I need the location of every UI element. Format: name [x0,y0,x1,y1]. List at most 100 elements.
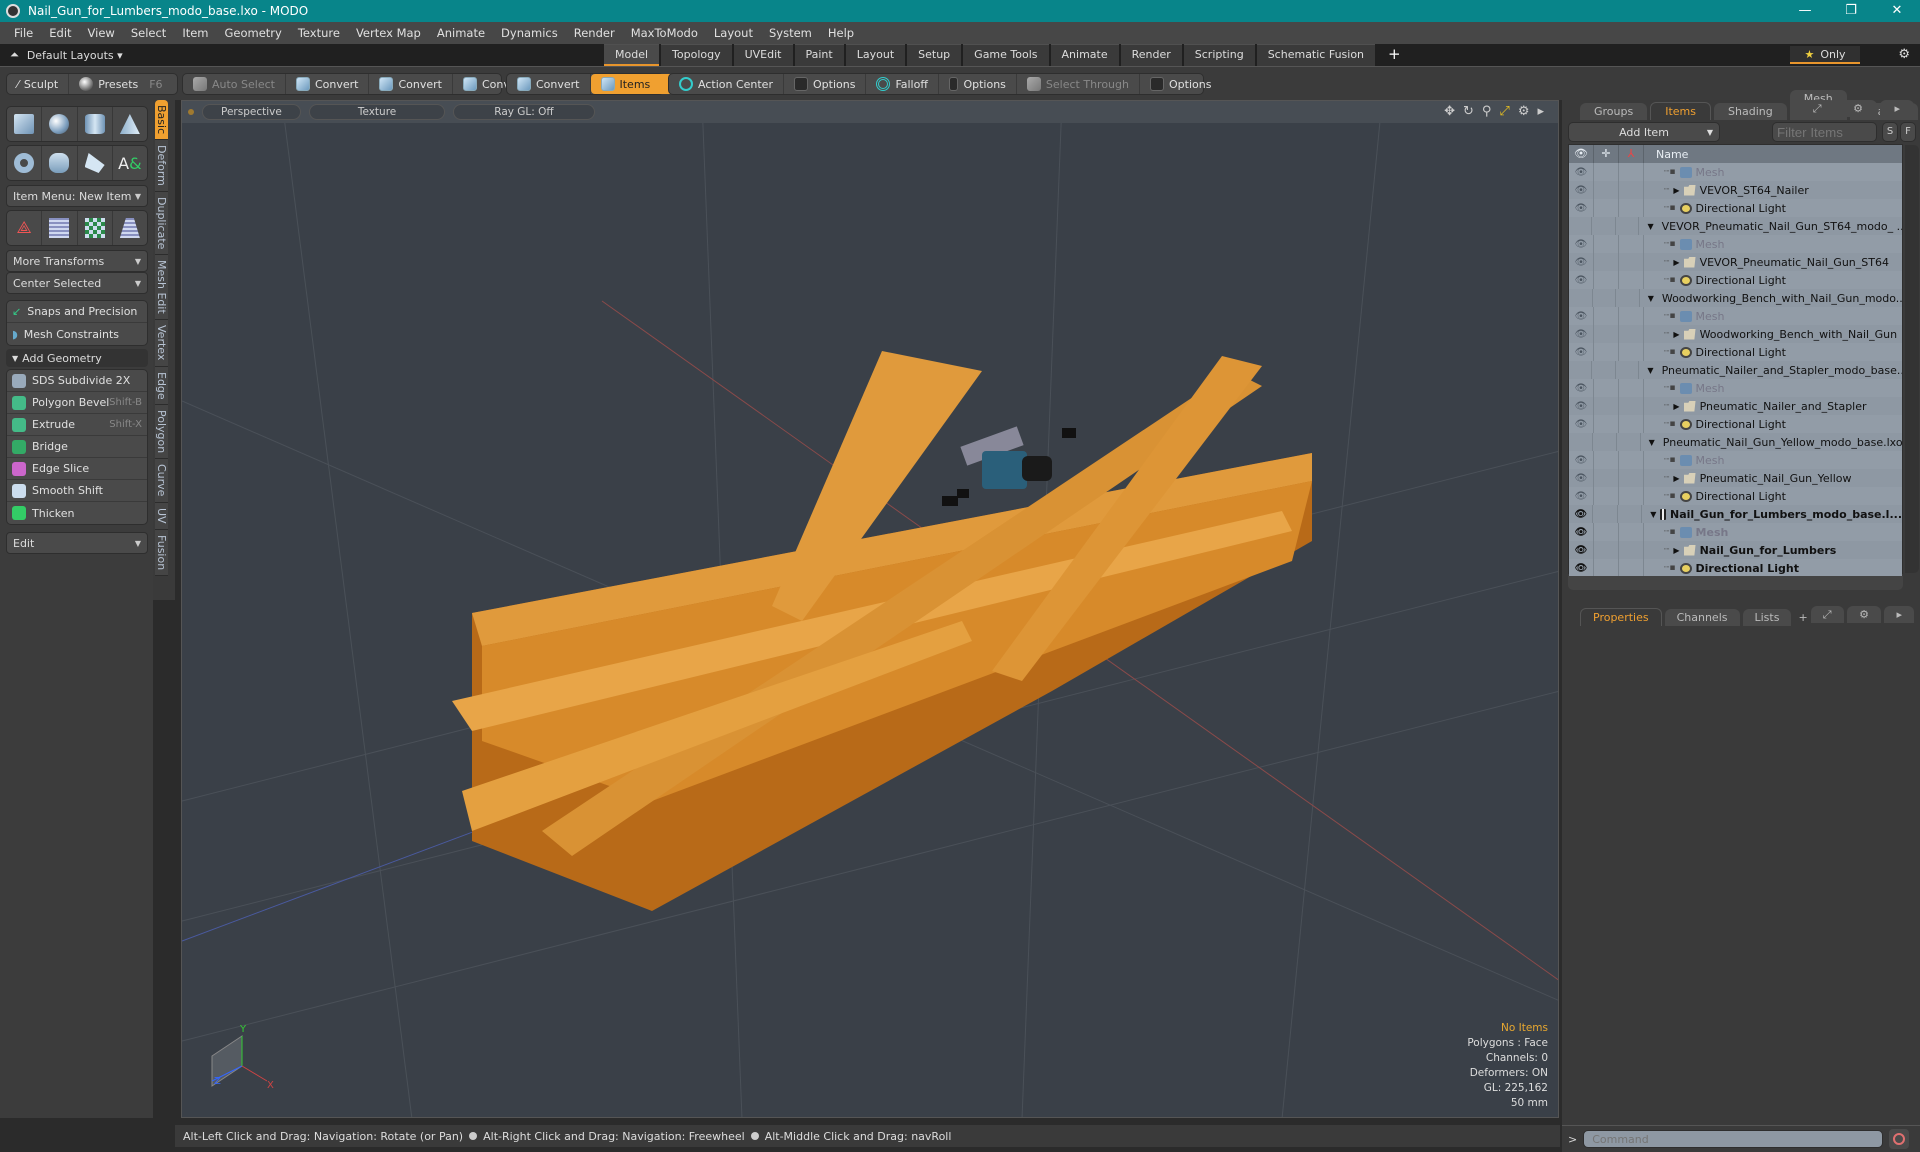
lock-toggle[interactable] [1594,415,1619,433]
tab-scripting[interactable]: Scripting [1183,44,1255,66]
only-button[interactable]: ★ Only [1790,46,1860,64]
menu-select[interactable]: Select [123,26,174,40]
visibility-column-eye-icon[interactable]: 👁 [1569,145,1594,163]
tree-row-mesh[interactable]: 👁 ┈▪ Mesh [1569,307,1902,325]
tree-row-scene[interactable]: ▼ Pneumatic_Nailer_and_Stapler_modo_base.… [1569,361,1902,379]
visibility-toggle[interactable]: 👁 [1569,451,1594,469]
tree-row-mesh[interactable]: 👁 ┈▪ Mesh [1569,523,1902,541]
item-menu-dropdown[interactable]: Item Menu: New Item ▼ [6,185,148,207]
tree-row-light[interactable]: 👁 ┈▪ Directional Light [1569,199,1902,217]
expand-triangle-icon[interactable]: ▼ [1647,366,1653,375]
expand-triangle-icon[interactable]: ▼ [1648,294,1654,303]
rotate-icon[interactable]: ↻ [1463,104,1474,119]
vtab-basic[interactable]: Basic [155,100,168,141]
tab-properties[interactable]: Properties [1580,608,1662,626]
axis-toggle[interactable] [1619,271,1644,289]
vtab-polygon[interactable]: Polygon [155,405,168,460]
tree-row-light[interactable]: 👁 ┈▪ Directional Light [1569,487,1902,505]
select-through-button[interactable]: Select Through [1017,74,1140,94]
axis-toggle[interactable] [1619,307,1644,325]
visibility-toggle[interactable]: 👁 [1569,379,1594,397]
axis-toggle[interactable] [1619,379,1644,397]
tree-row-folder[interactable]: 👁 ┈ ▶ VEVOR_Pneumatic_Nail_Gun_ST64 [1569,253,1902,271]
axis-toggle[interactable] [1618,505,1643,523]
add-geometry-header[interactable]: ▼ Add Geometry [6,349,148,367]
axis-toggle[interactable] [1619,343,1644,361]
visibility-toggle[interactable]: 👁 [1569,325,1594,343]
falloff-options-button[interactable]: Options [939,74,1017,94]
tree-row-mesh[interactable]: 👁 ┈▪ Mesh [1569,451,1902,469]
tree-row-folder[interactable]: 👁 ┈ ▶ Pneumatic_Nail_Gun_Yellow [1569,469,1902,487]
lock-toggle[interactable] [1594,307,1619,325]
record-button[interactable] [1889,1129,1910,1149]
tab-animate[interactable]: Animate [1050,44,1119,66]
add-tab-plus-icon[interactable]: + [1794,609,1811,626]
tree-scrollbar[interactable] [1905,145,1919,573]
lock-toggle[interactable] [1592,217,1616,235]
arrow-right-icon[interactable]: ▸ [1880,100,1914,117]
auto-select-button[interactable]: Auto Select [183,74,286,94]
tab-uvedit[interactable]: UVEdit [733,44,793,66]
tool-edge-slice[interactable]: Edge Slice [7,458,147,480]
lock-toggle[interactable] [1594,271,1619,289]
menu-layout[interactable]: Layout [706,26,761,40]
vtab-mesh-edit[interactable]: Mesh Edit [155,255,168,321]
grid-plane-button[interactable] [42,211,78,245]
expand-triangle-icon[interactable]: ▼ [1647,222,1653,231]
axis-toggle[interactable] [1616,217,1640,235]
axis-toggle[interactable] [1616,361,1640,379]
tab-items[interactable]: Items [1650,102,1712,120]
visibility-toggle[interactable] [1569,217,1593,235]
select-through-options-button[interactable]: Options [1140,74,1221,94]
visibility-toggle[interactable]: 👁 [1569,505,1594,523]
expand-icon[interactable]: ⤢ [1798,100,1836,117]
tree-row-light[interactable]: 👁 ┈▪ Directional Light [1569,343,1902,361]
tab-model[interactable]: Model [604,44,660,66]
visibility-toggle[interactable]: 👁 [1569,199,1594,217]
center-selected-dropdown[interactable]: Center Selected ▼ [6,272,148,294]
tool-thicken[interactable]: Thicken [7,502,147,524]
convert-edges-button[interactable]: Convert [369,74,453,94]
filter-items-input[interactable] [1772,122,1877,142]
expand-triangle-icon[interactable]: ▶ [1673,474,1679,483]
expand-triangle-icon[interactable]: ▶ [1673,330,1679,339]
tab-topology[interactable]: Topology [661,44,732,66]
axis-toggle[interactable] [1619,469,1644,487]
lock-column-icon[interactable]: ✛ [1594,145,1619,163]
tab-schematic-fusion[interactable]: Schematic Fusion [1256,44,1376,66]
lock-toggle[interactable] [1594,163,1619,181]
visibility-toggle[interactable]: 👁 [1569,469,1594,487]
vtab-curve[interactable]: Curve [155,459,168,503]
edit-dropdown[interactable]: Edit ▼ [6,532,148,554]
tree-row-mesh[interactable]: 👁 ┈▪ Mesh [1569,379,1902,397]
cone-primitive-button[interactable] [113,107,147,141]
axis-column-icon[interactable]: ⅄ [1619,145,1644,163]
snaps-and-precision-button[interactable]: ↙ Snaps and Precision [7,301,147,323]
layout-up-icon[interactable]: ⏶ [10,48,19,62]
expand-triangle-icon[interactable]: ▶ [1673,402,1679,411]
tree-row-scene[interactable]: ▼ Woodworking_Bench_with_Nail_Gun_modo... [1569,289,1902,307]
lock-toggle[interactable] [1594,199,1619,217]
tree-row-scene[interactable]: 👁 ▼ Nail_Gun_for_Lumbers_modo_base.l... [1569,505,1902,523]
more-transforms-dropdown[interactable]: More Transforms ▼ [6,250,148,272]
lock-toggle[interactable] [1594,523,1619,541]
visibility-toggle[interactable]: 👁 [1569,415,1594,433]
lock-toggle[interactable] [1594,397,1619,415]
lock-toggle[interactable] [1594,235,1619,253]
vtab-deform[interactable]: Deform [155,140,168,193]
filter-s-button[interactable]: S [1882,122,1898,142]
3d-viewport[interactable]: Y Z X Perspective Texture Ray GL: Off ✥ … [181,100,1559,1118]
action-center-options-button[interactable]: Options [784,74,867,94]
sphere-primitive-button[interactable] [42,107,78,141]
vtab-fusion[interactable]: Fusion [155,529,168,576]
lock-toggle[interactable] [1594,487,1619,505]
visibility-toggle[interactable] [1569,361,1593,379]
lock-toggle[interactable] [1594,469,1619,487]
lock-toggle[interactable] [1593,505,1618,523]
tree-row-folder[interactable]: 👁 ┈ ▶ Nail_Gun_for_Lumbers [1569,541,1902,559]
menu-view[interactable]: View [80,26,123,40]
axis-toggle[interactable] [1619,415,1644,433]
close-button[interactable]: ✕ [1874,0,1920,22]
vtab-edge[interactable]: Edge [155,366,168,406]
torus-primitive-button[interactable] [7,146,43,180]
